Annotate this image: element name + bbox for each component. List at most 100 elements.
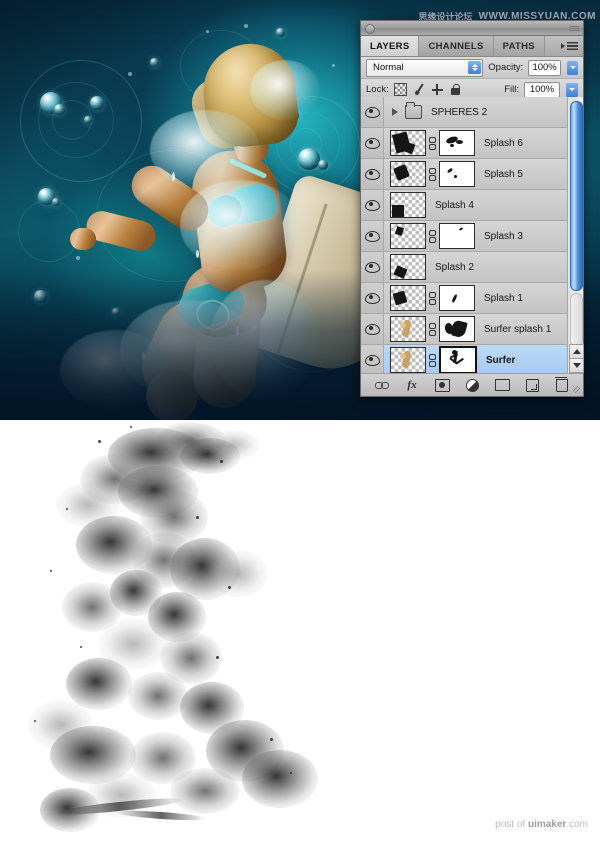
new-layer-icon [525, 378, 539, 392]
table-row[interactable]: Splash 4 [361, 190, 583, 221]
scrollbar-thumb[interactable] [570, 101, 583, 291]
panel-tab-bar: LAYERS CHANNELS PATHS [361, 36, 583, 57]
new-layer-button[interactable] [525, 378, 540, 392]
table-row[interactable]: Splash 5 [361, 159, 583, 190]
table-row[interactable]: Splash 3 [361, 221, 583, 252]
layer-name: Splash 5 [484, 168, 523, 180]
fill-dropdown-icon[interactable] [566, 82, 578, 97]
table-row-selected[interactable]: Surfer [361, 345, 583, 374]
lock-all-padlock-icon[interactable] [450, 84, 461, 95]
chevron-right-icon[interactable] [392, 108, 398, 116]
layer-name: Splash 4 [435, 199, 474, 211]
layer-thumbnail[interactable] [390, 161, 426, 187]
layer-visibility-toggle[interactable] [361, 221, 384, 251]
scroll-down-button[interactable] [569, 358, 584, 373]
layer-name: SPHERES 2 [431, 106, 488, 118]
lock-icon-group [393, 83, 461, 96]
layers-panel: LAYERS CHANNELS PATHS Normal Opacity: 10… [360, 20, 584, 397]
tab-channels[interactable]: CHANNELS [419, 36, 494, 56]
layer-visibility-toggle[interactable] [361, 97, 384, 127]
tab-layers[interactable]: LAYERS [361, 36, 420, 56]
lock-image-brush-icon[interactable] [414, 84, 425, 95]
layer-mask-thumbnail-active[interactable] [439, 346, 477, 374]
eye-icon [364, 261, 380, 273]
link-icon[interactable] [429, 136, 436, 150]
table-row[interactable]: Splash 2 [361, 252, 583, 283]
panel-collapse-icon[interactable] [365, 24, 375, 34]
layer-mask-thumbnail[interactable] [439, 285, 475, 311]
panel-menu-button[interactable] [561, 36, 583, 56]
layer-name: Surfer [486, 354, 516, 366]
eye-icon [364, 354, 380, 366]
scroll-up-button[interactable] [569, 344, 584, 359]
layer-list[interactable]: SPHERES 2 Splash 6 Splash 5 Splash 4 Spl… [361, 97, 583, 374]
layer-list-scrollbar[interactable] [567, 97, 584, 374]
eye-icon [364, 106, 380, 118]
tab-paths[interactable]: PATHS [493, 36, 545, 56]
opacity-dropdown-icon[interactable] [567, 60, 578, 75]
chevron-right-icon [561, 43, 565, 49]
layer-visibility-toggle[interactable] [361, 159, 384, 189]
blend-mode-value: Normal [373, 62, 404, 73]
layer-visibility-toggle[interactable] [361, 128, 384, 158]
layer-name: Splash 3 [484, 230, 523, 242]
eye-icon [364, 230, 380, 242]
layer-visibility-toggle[interactable] [361, 190, 384, 220]
layer-mask-thumbnail[interactable] [439, 223, 475, 249]
layer-thumbnail[interactable] [390, 254, 426, 280]
fill-label: Fill: [504, 84, 519, 95]
new-group-button[interactable] [494, 378, 510, 392]
scrollbar-track-lower[interactable] [570, 293, 583, 347]
layer-thumbnail[interactable] [390, 285, 426, 311]
layer-style-button[interactable]: fx [405, 378, 420, 392]
link-icon[interactable] [429, 229, 436, 243]
lock-transparency-icon[interactable] [393, 83, 407, 96]
layer-mask-thumbnail[interactable] [439, 161, 475, 187]
eye-icon [364, 199, 380, 211]
table-row[interactable]: Surfer splash 1 [361, 314, 583, 345]
panel-grip-icon[interactable] [569, 26, 579, 31]
credit-brand: uimaker [527, 819, 567, 830]
layer-mask-thumbnail[interactable] [439, 130, 475, 156]
layer-thumbnail[interactable] [390, 347, 426, 373]
layer-mask-illustration: Layer mask post of uimaker.com [0, 420, 600, 848]
layer-name: Splash 2 [435, 261, 474, 273]
eye-icon [364, 168, 380, 180]
layer-thumbnail[interactable] [390, 192, 426, 218]
link-layers-button[interactable] [375, 378, 390, 392]
link-icon[interactable] [429, 291, 436, 305]
table-row[interactable]: SPHERES 2 [361, 97, 583, 128]
hamburger-icon [567, 42, 578, 50]
add-layer-mask-button[interactable] [434, 378, 450, 392]
new-adjustment-layer-button[interactable] [465, 378, 480, 392]
link-icon[interactable] [429, 167, 436, 181]
delete-layer-button[interactable] [555, 376, 570, 392]
water-splash-mask-image [20, 420, 350, 832]
layers-panel-footer: fx [361, 373, 583, 396]
lock-position-move-icon[interactable] [431, 84, 443, 95]
link-icon[interactable] [429, 353, 436, 367]
fill-input[interactable]: 100% [524, 81, 560, 98]
layer-thumbnail[interactable] [390, 223, 426, 249]
scroll-down-arrow-icon [572, 363, 581, 368]
credit-suffix: .com [566, 819, 588, 830]
stepper-arrows-icon[interactable] [468, 60, 482, 74]
layer-visibility-toggle[interactable] [361, 314, 384, 344]
layer-visibility-toggle[interactable] [361, 345, 384, 374]
table-row[interactable]: Splash 6 [361, 128, 583, 159]
footer-credit: post of uimaker.com [495, 819, 588, 830]
layer-thumbnail[interactable] [390, 130, 426, 156]
layer-visibility-toggle[interactable] [361, 252, 384, 282]
opacity-input[interactable]: 100% [528, 59, 562, 76]
layer-thumbnail[interactable] [390, 316, 426, 342]
blend-mode-select[interactable]: Normal [366, 58, 484, 77]
opacity-label: Opacity: [488, 62, 524, 73]
panel-titlebar[interactable] [361, 21, 583, 36]
layer-visibility-toggle[interactable] [361, 283, 384, 313]
panel-resize-grip[interactable] [573, 386, 580, 393]
link-icon[interactable] [429, 322, 436, 336]
half-circle-icon [465, 378, 479, 392]
layer-mask-thumbnail[interactable] [439, 316, 475, 342]
folder-icon [405, 102, 422, 119]
table-row[interactable]: Splash 1 [361, 283, 583, 314]
